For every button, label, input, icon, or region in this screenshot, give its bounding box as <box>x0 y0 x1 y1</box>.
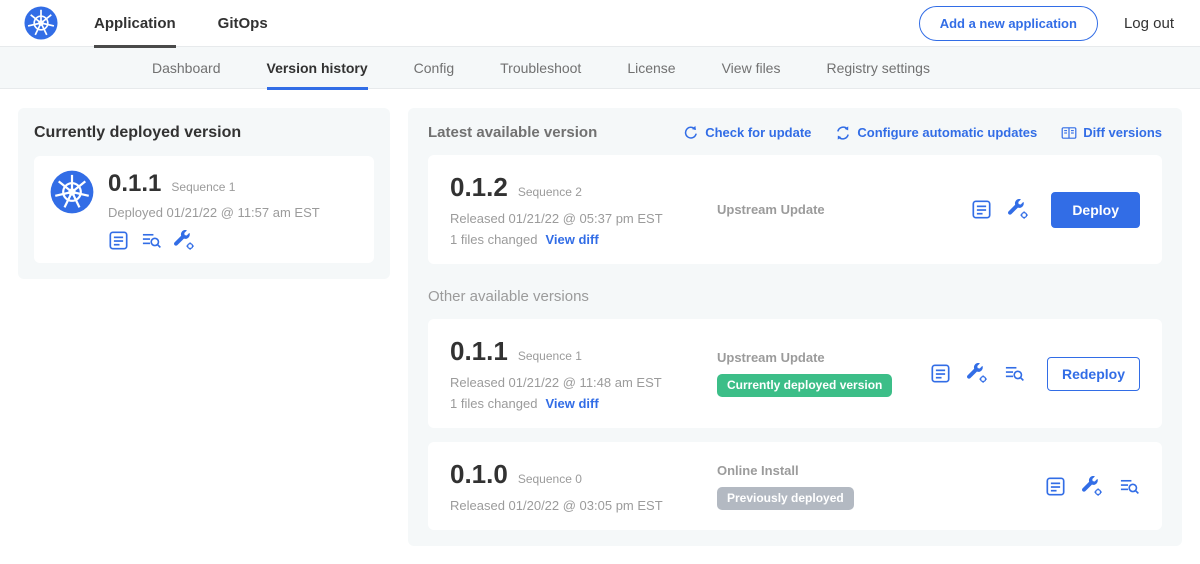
currently-deployed-panel: Currently deployed version 0.1.1 Sequenc… <box>18 108 390 279</box>
released-timestamp: Released 01/21/22 @ 11:48 am EST <box>450 375 705 390</box>
top-bar: Application GitOps Add a new application… <box>0 0 1200 47</box>
release-notes-icon[interactable] <box>930 363 951 384</box>
redeploy-button[interactable]: Redeploy <box>1047 357 1140 391</box>
subnav-tab-config-label: Config <box>414 60 454 76</box>
tab-gitops-label: GitOps <box>218 15 268 32</box>
subnav-tab-view-files-label: View files <box>722 60 781 76</box>
edit-config-icon[interactable] <box>1082 476 1103 497</box>
add-application-button[interactable]: Add a new application <box>919 6 1098 41</box>
deployed-panel-title: Currently deployed version <box>34 124 374 142</box>
available-panel-header: Latest available version Check for updat… <box>428 124 1162 141</box>
card-actions <box>1045 476 1140 497</box>
panel-action-links: Check for update Configure automatic upd… <box>683 125 1162 141</box>
deployed-version-info: 0.1.1 Sequence 1 Deployed 01/21/22 @ 11:… <box>108 170 320 220</box>
subnav-tab-license-label: License <box>627 60 675 76</box>
view-files-icon[interactable] <box>1119 476 1140 497</box>
currently-deployed-badge: Currently deployed version <box>717 374 892 397</box>
subnav-tab-license[interactable]: License <box>627 47 675 89</box>
version-number: 0.1.0 <box>450 459 508 490</box>
kubernetes-logo-icon <box>24 6 58 40</box>
subnav-tab-registry-settings-label: Registry settings <box>826 60 929 76</box>
available-versions-panel: Latest available version Check for updat… <box>408 108 1182 546</box>
source-column: Upstream Update Currently deployed versi… <box>705 350 930 397</box>
subnav-tab-registry-settings[interactable]: Registry settings <box>826 47 929 89</box>
topbar-right: Add a new application Log out <box>919 6 1174 41</box>
app-icon-kubernetes <box>50 170 94 214</box>
app-subnav: Dashboard Version history Config Trouble… <box>0 47 1200 89</box>
diff-versions-label: Diff versions <box>1083 125 1162 140</box>
edit-config-icon[interactable] <box>967 363 988 384</box>
tab-application[interactable]: Application <box>94 0 176 47</box>
sync-icon <box>835 125 851 141</box>
latest-files-changed: 1 files changed <box>450 232 537 247</box>
deployed-sequence-label: Sequence 1 <box>171 180 235 194</box>
files-changed: 1 files changed <box>450 396 537 411</box>
subnav-tab-version-history[interactable]: Version history <box>267 47 368 89</box>
version-card-0-1-0: 0.1.0 Sequence 0 Released 01/20/22 @ 03:… <box>428 442 1162 530</box>
latest-source-label: Upstream Update <box>717 202 971 217</box>
latest-available-title: Latest available version <box>428 124 597 141</box>
subnav-tab-version-history-label: Version history <box>267 60 368 76</box>
deploy-button[interactable]: Deploy <box>1051 192 1140 228</box>
latest-source-column: Upstream Update <box>705 202 971 217</box>
subnav-tab-troubleshoot-label: Troubleshoot <box>500 60 581 76</box>
configure-automatic-updates-label: Configure automatic updates <box>857 125 1037 140</box>
version-number: 0.1.1 <box>450 336 508 367</box>
subnav-tab-dashboard-label: Dashboard <box>152 60 221 76</box>
edit-config-icon[interactable] <box>1008 199 1029 220</box>
tab-gitops[interactable]: GitOps <box>218 0 268 47</box>
check-for-update-label: Check for update <box>705 125 811 140</box>
view-files-icon[interactable] <box>1004 363 1025 384</box>
check-for-update-link[interactable]: Check for update <box>683 125 811 141</box>
version-card-latest: 0.1.2 Sequence 2 Released 01/21/22 @ 05:… <box>428 155 1162 264</box>
view-diff-link[interactable]: View diff <box>545 396 598 411</box>
deployed-version-number: 0.1.1 <box>108 170 161 198</box>
diff-versions-link[interactable]: Diff versions <box>1061 125 1162 141</box>
source-label: Online Install <box>717 463 1045 478</box>
tab-application-label: Application <box>94 15 176 32</box>
sequence-label: Sequence 1 <box>518 349 582 363</box>
subnav-tab-view-files[interactable]: View files <box>722 47 781 89</box>
version-info: 0.1.1 Sequence 1 Released 01/21/22 @ 11:… <box>450 336 705 411</box>
latest-card-actions: Deploy <box>971 192 1140 228</box>
latest-version-info: 0.1.2 Sequence 2 Released 01/21/22 @ 05:… <box>450 172 705 247</box>
deployed-card-actions <box>108 230 358 251</box>
refresh-icon <box>683 125 699 141</box>
card-actions: Redeploy <box>930 357 1140 391</box>
release-notes-icon[interactable] <box>108 230 129 251</box>
latest-view-diff-link[interactable]: View diff <box>545 232 598 247</box>
main-content: Currently deployed version 0.1.1 Sequenc… <box>0 89 1200 564</box>
logout-link[interactable]: Log out <box>1124 15 1174 32</box>
other-versions-title: Other available versions <box>428 288 1162 305</box>
latest-sequence-label: Sequence 2 <box>518 185 582 199</box>
released-timestamp: Released 01/20/22 @ 03:05 pm EST <box>450 498 705 513</box>
subnav-tab-dashboard[interactable]: Dashboard <box>152 47 221 89</box>
release-notes-icon[interactable] <box>1045 476 1066 497</box>
subnav-tab-troubleshoot[interactable]: Troubleshoot <box>500 47 581 89</box>
source-label: Upstream Update <box>717 350 930 365</box>
version-info: 0.1.0 Sequence 0 Released 01/20/22 @ 03:… <box>450 459 705 513</box>
edit-config-icon[interactable] <box>174 230 195 251</box>
sequence-label: Sequence 0 <box>518 472 582 486</box>
version-card-0-1-1: 0.1.1 Sequence 1 Released 01/21/22 @ 11:… <box>428 319 1162 428</box>
source-column: Online Install Previously deployed <box>705 463 1045 510</box>
subnav-tab-config[interactable]: Config <box>414 47 454 89</box>
diff-icon <box>1061 125 1077 141</box>
configure-automatic-updates-link[interactable]: Configure automatic updates <box>835 125 1037 141</box>
deployed-version-card: 0.1.1 Sequence 1 Deployed 01/21/22 @ 11:… <box>34 156 374 263</box>
latest-released-timestamp: Released 01/21/22 @ 05:37 pm EST <box>450 211 705 226</box>
latest-version-number: 0.1.2 <box>450 172 508 203</box>
previously-deployed-badge: Previously deployed <box>717 487 854 510</box>
release-notes-icon[interactable] <box>971 199 992 220</box>
view-files-icon[interactable] <box>141 230 162 251</box>
deployed-timestamp: Deployed 01/21/22 @ 11:57 am EST <box>108 205 320 220</box>
